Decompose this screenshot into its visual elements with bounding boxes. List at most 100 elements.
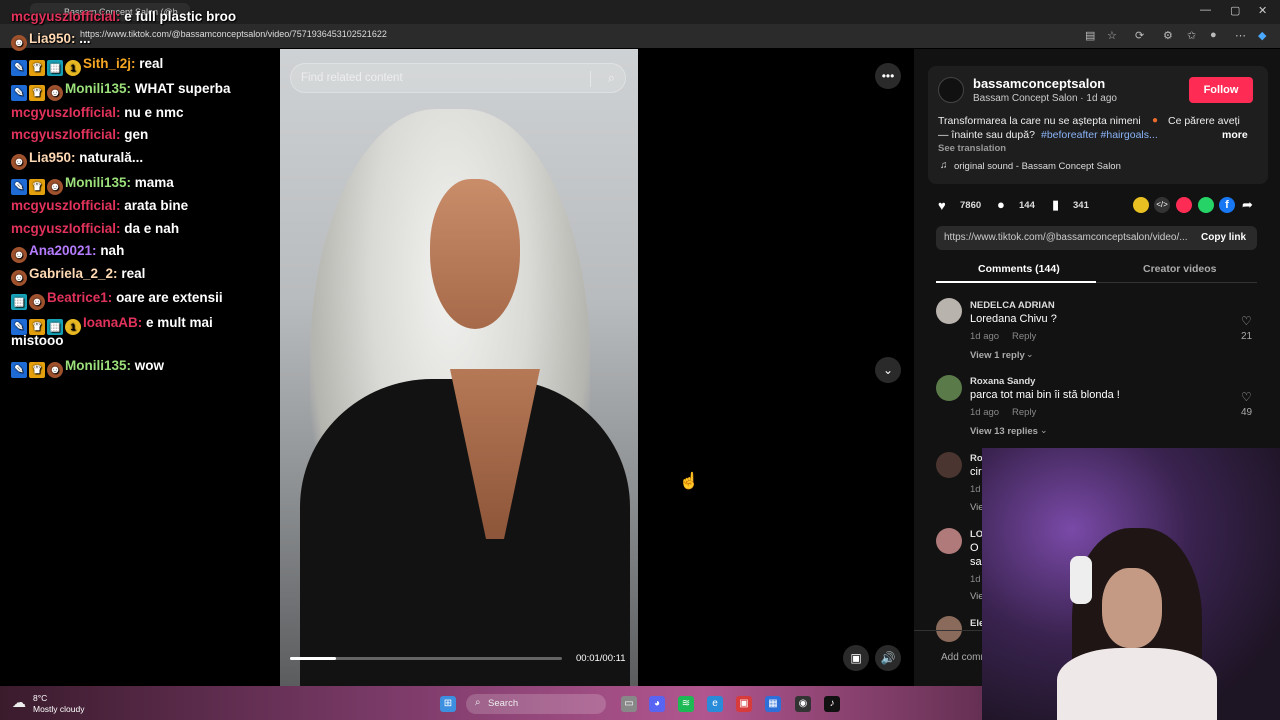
start-icon[interactable]: ⊞ xyxy=(440,696,456,712)
caption-more-link[interactable]: more xyxy=(1222,129,1248,141)
comment-author-partial: Ro xyxy=(970,453,983,464)
weather-icon[interactable]: ☁ xyxy=(12,694,26,711)
store-icon[interactable]: ▦ xyxy=(765,696,781,712)
comment-text-partial: O xyxy=(970,542,979,554)
share-arrow-icon[interactable]: ➦ xyxy=(1242,197,1253,213)
caption-hashtags[interactable]: #beforeafter #hairgoals... xyxy=(1041,129,1158,141)
favorites-icon[interactable]: ✩ xyxy=(1187,29,1196,42)
comment-heart-icon[interactable]: ♡ xyxy=(1241,314,1252,328)
close-icon[interactable]: ✕ xyxy=(1258,4,1267,17)
maximize-icon[interactable]: ▢ xyxy=(1230,4,1240,17)
bookmark-icon[interactable]: ▮ xyxy=(1052,197,1059,213)
reader-icon[interactable]: ▤ xyxy=(1085,29,1095,42)
weather-temp: 8°C xyxy=(33,693,48,703)
whatsapp-icon[interactable] xyxy=(1198,197,1214,213)
edge-icon[interactable]: e xyxy=(707,696,723,712)
volume-icon[interactable]: 🔊 xyxy=(875,645,901,671)
search-icon[interactable]: ⌕ xyxy=(608,70,615,86)
comment-input-divider xyxy=(914,630,984,631)
spotify-icon[interactable]: ≋ xyxy=(678,696,694,712)
emote-badge-icon: ☻ xyxy=(47,362,63,378)
app-icon[interactable]: ▣ xyxy=(736,696,752,712)
emote-badge-icon: ☻ xyxy=(47,179,63,195)
view-replies-link[interactable]: View 1 reply xyxy=(970,350,1025,361)
more-menu-icon[interactable]: ⋯ xyxy=(1235,29,1246,42)
chat-text: ... xyxy=(79,31,91,46)
comment-avatar[interactable] xyxy=(936,298,962,324)
comment-text-partial: cir xyxy=(970,466,982,478)
crown-badge-icon: ♛ xyxy=(29,362,45,378)
taskview-icon[interactable]: ▭ xyxy=(621,696,637,712)
sub-badge-icon: ▦ xyxy=(11,294,27,310)
more-options-icon[interactable]: ••• xyxy=(875,63,901,89)
chat-message: ✎ ♛ ☻ Monili135: mama xyxy=(11,175,174,195)
chat-username: mcgyuszIofficial: xyxy=(11,9,121,24)
mod-badge-icon: ✎ xyxy=(11,179,27,195)
comment-avatar[interactable] xyxy=(936,375,962,401)
chat-text: WHAT superba xyxy=(134,81,231,96)
pip-icon[interactable]: ▣ xyxy=(843,645,869,671)
chat-text: nah xyxy=(100,243,125,258)
comment-icon[interactable]: ● xyxy=(997,197,1005,212)
tiktok-icon[interactable]: ♪ xyxy=(824,696,840,712)
chat-text: real xyxy=(139,56,164,71)
search-placeholder: Find related content xyxy=(301,72,403,84)
chat-message: mcgyuszIofficial: gen xyxy=(11,127,148,142)
tab-comments[interactable]: Comments (144) xyxy=(978,263,1060,275)
chat-message: mcgyuszIofficial: e full plastic broo xyxy=(11,9,236,24)
chat-message: ✎ ♛ ☻ Monili135: WHAT superba xyxy=(11,81,231,101)
embed-icon[interactable]: </> xyxy=(1154,197,1170,213)
author-avatar[interactable] xyxy=(938,77,964,103)
video-player[interactable] xyxy=(280,49,638,686)
author-handle[interactable]: bassamconceptsalon xyxy=(973,76,1105,91)
fire-emoji-icon: ● xyxy=(1152,115,1159,126)
discord-icon[interactable]: ◕ xyxy=(649,696,665,712)
coin-icon[interactable] xyxy=(1133,197,1149,213)
comment-author[interactable]: NEDELCA ADRIAN xyxy=(970,300,1055,311)
minimize-icon[interactable]: — xyxy=(1200,4,1211,16)
chat-username: Gabriela_2_2: xyxy=(29,266,118,281)
send-icon[interactable] xyxy=(1176,197,1192,213)
favorite-star-icon[interactable]: ☆ xyxy=(1107,29,1117,42)
coin-badge-icon: 1 xyxy=(65,60,81,76)
facebook-icon[interactable]: f xyxy=(1219,197,1235,213)
sound-label[interactable]: original sound - Bassam Concept Salon xyxy=(954,161,1121,172)
comment-author[interactable]: Roxana Sandy xyxy=(970,376,1035,387)
share-link[interactable]: https://www.tiktok.com/@bassamconceptsal… xyxy=(944,232,1188,243)
copilot-icon[interactable]: ◆ xyxy=(1258,29,1266,42)
comment-avatar[interactable] xyxy=(936,452,962,478)
comment-heart-icon[interactable]: ♡ xyxy=(1241,390,1252,404)
see-translation-link[interactable]: See translation xyxy=(938,143,1006,154)
related-search-box[interactable]: Find related content ⌕ xyxy=(290,63,626,93)
tab-creator-videos[interactable]: Creator videos xyxy=(1143,263,1217,275)
taskbar-search[interactable]: Search xyxy=(466,694,606,714)
profile-icon[interactable]: ● xyxy=(1210,29,1217,41)
chat-text: oare are extensii xyxy=(116,290,223,305)
comment-avatar[interactable] xyxy=(936,528,962,554)
chevron-down-icon[interactable]: ⌄ xyxy=(1026,349,1034,360)
chevron-down-icon[interactable]: ⌄ xyxy=(1040,425,1048,436)
comment-like-count: 49 xyxy=(1241,407,1253,418)
extensions-icon[interactable]: ⚙ xyxy=(1163,29,1173,42)
webcam-headset xyxy=(1070,556,1092,604)
chat-message: ▦ ☻ Beatrice1: oare are extensii xyxy=(11,290,223,310)
follow-button[interactable]: Follow xyxy=(1189,77,1253,103)
chat-text-continued: mistooo xyxy=(11,333,64,348)
heart-icon[interactable]: ♥ xyxy=(938,198,946,213)
search-icon: ⌕ xyxy=(475,697,481,708)
reply-link[interactable]: Reply xyxy=(1012,331,1036,342)
view-replies-link[interactable]: View 13 replies xyxy=(970,426,1038,437)
coin-badge-icon: 1 xyxy=(65,319,81,335)
refresh-icon[interactable]: ⟳ xyxy=(1135,29,1144,42)
comment-time-partial: 1d xyxy=(970,574,981,585)
chat-text: wow xyxy=(134,358,165,373)
copy-link-button[interactable]: Copy link xyxy=(1201,232,1246,243)
obs-icon[interactable]: ◉ xyxy=(795,696,811,712)
video-progress-bar[interactable] xyxy=(290,657,562,660)
comment-avatar[interactable] xyxy=(936,616,962,642)
chat-username: Ana20021: xyxy=(29,243,97,258)
next-video-icon[interactable]: ⌄ xyxy=(875,357,901,383)
reply-link[interactable]: Reply xyxy=(1012,407,1036,418)
save-count: 341 xyxy=(1073,200,1089,211)
comment-time-partial: 1d xyxy=(970,484,981,495)
